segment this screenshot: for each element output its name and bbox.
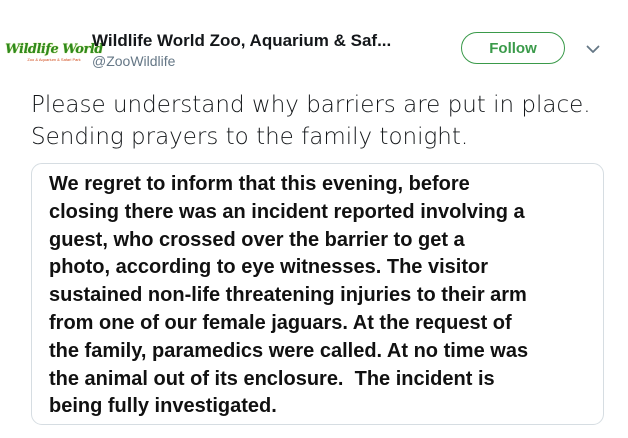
statement-line: being fully investigated. [49, 395, 277, 418]
statement-line: the animal out of its enclosure. The inc… [49, 367, 495, 390]
account-handle[interactable]: @ZooWildlife [92, 53, 175, 69]
statement-line: from one of our female jaguars. At the r… [49, 311, 512, 334]
statement-line: We regret to inform that this evening, b… [49, 173, 470, 195]
statement-line: the family, paramedics were called. At n… [49, 339, 529, 362]
avatar-logo-text: Wildlife World [5, 41, 103, 57]
tweet-text: Please understand why barriers are put i… [31, 92, 591, 150]
statement-image[interactable]: We regret to inform that this evening, b… [31, 163, 604, 425]
statement-line: photo, according to eye witnesses. The v… [49, 256, 488, 279]
avatar-logo-subtext: Zoo & Aquarium & Safari Park [27, 56, 81, 62]
account-avatar[interactable]: Wildlife World Zoo & Aquarium & Safari P… [5, 38, 103, 66]
statement-line: closing there was an incident reported i… [49, 200, 525, 223]
chevron-down-icon [586, 45, 600, 53]
statement-line: sustained non-life threatening injuries … [49, 284, 527, 307]
more-options-button[interactable] [583, 40, 603, 58]
statement-line: guest, who crossed over the barrier to g… [49, 228, 465, 251]
account-name[interactable]: Wildlife World Zoo, Aquarium & Saf... [92, 31, 391, 51]
follow-button[interactable]: Follow [461, 32, 565, 64]
